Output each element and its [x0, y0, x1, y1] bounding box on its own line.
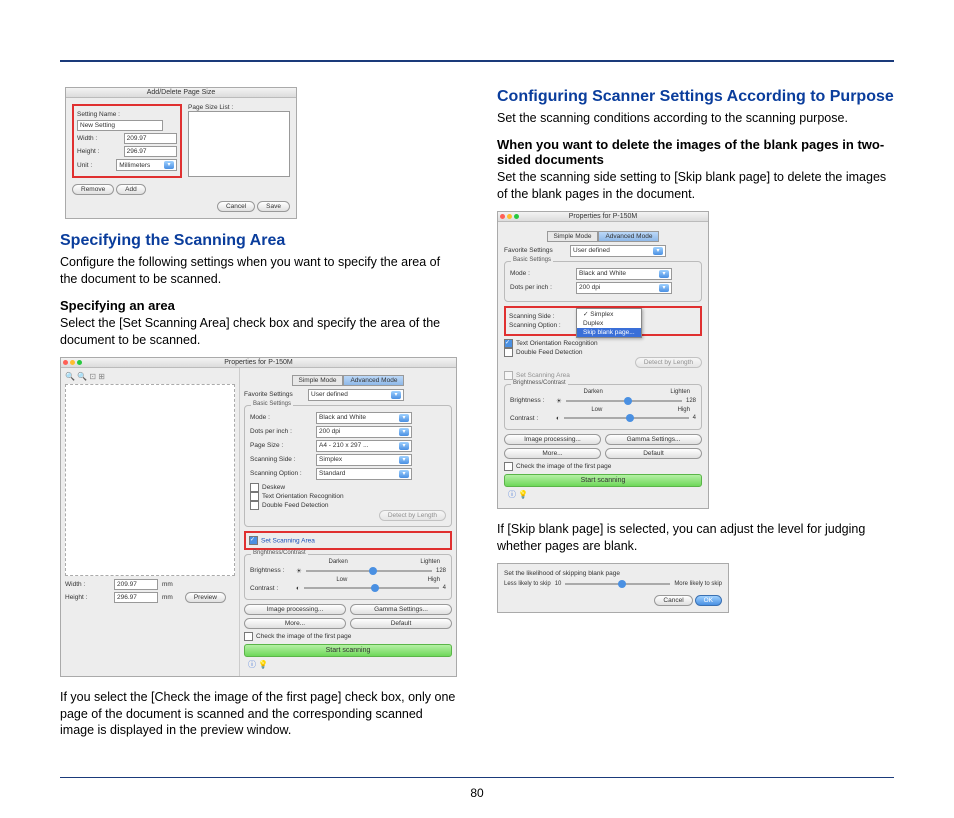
side-dropdown[interactable]: Simplex▾ — [316, 454, 412, 466]
subheading-specifying-an-area: Specifying an area — [60, 298, 457, 313]
page-size-list[interactable] — [188, 111, 290, 177]
help-icons[interactable]: ⓘ 💡 — [504, 487, 702, 502]
ok-button[interactable]: OK — [695, 595, 722, 606]
screenshot-add-delete-page-size: Add/Delete Page Size Setting Name : New … — [65, 87, 297, 219]
deskew-checkbox[interactable] — [250, 483, 259, 492]
paragraph: If you select the [Check the image of th… — [60, 689, 457, 740]
paragraph: Set the scanning conditions according to… — [497, 110, 894, 127]
detect-length-button: Detect by Length — [635, 357, 702, 368]
preview-width-label: Width : — [65, 581, 110, 588]
bottom-rule — [60, 777, 894, 778]
menu-item-duplex[interactable]: Duplex — [577, 319, 641, 328]
paragraph: Set the scanning side setting to [Skip b… — [497, 169, 894, 203]
subheading-delete-blank-pages: When you want to delete the images of th… — [497, 137, 894, 167]
paragraph: Configure the following settings when yo… — [60, 254, 457, 288]
help-icons[interactable]: ⓘ 💡 — [244, 657, 452, 672]
orient-checkbox[interactable] — [250, 492, 259, 501]
menu-item-skip-blank[interactable]: Skip blank page... — [577, 328, 641, 337]
option-dropdown[interactable]: Standard▾ — [316, 468, 412, 480]
fav-label: Favorite Settings — [244, 391, 304, 398]
double-feed-checkbox[interactable] — [250, 501, 259, 510]
height-input[interactable]: 296.97 — [124, 146, 177, 157]
dpi-dropdown[interactable]: 200 dpi▾ — [576, 282, 672, 294]
width-input[interactable]: 209.97 — [124, 133, 177, 144]
check-first-page-checkbox[interactable] — [504, 462, 513, 471]
preview-height-input[interactable]: 296.97 — [114, 592, 158, 603]
detect-length-button: Detect by Length — [379, 510, 446, 521]
pagesize-dropdown[interactable]: A4 - 210 x 297 ...▾ — [316, 440, 412, 452]
save-button[interactable]: Save — [257, 201, 290, 212]
set-scanning-area-checkbox[interactable] — [249, 536, 258, 545]
dialog-title: Properties for P-150M — [61, 358, 456, 368]
tab-simple-mode[interactable]: Simple Mode — [292, 375, 344, 386]
setting-name-label: Setting Name : — [77, 111, 122, 118]
tab-simple-mode[interactable]: Simple Mode — [547, 231, 599, 242]
more-button[interactable]: More... — [504, 448, 601, 459]
double-feed-checkbox[interactable] — [504, 348, 513, 357]
page-size-list-label: Page Size List : — [188, 104, 290, 111]
height-label: Height : — [77, 148, 120, 155]
left-column: Add/Delete Page Size Setting Name : New … — [60, 87, 457, 747]
preview-height-label: Height : — [65, 594, 110, 601]
brightness-slider[interactable] — [566, 400, 682, 402]
orient-checkbox[interactable] — [504, 339, 513, 348]
brightness-slider[interactable] — [306, 570, 432, 572]
preview-area[interactable] — [65, 384, 235, 576]
unit-dropdown[interactable]: Millimeters▾ — [116, 159, 177, 171]
start-scanning-button[interactable]: Start scanning — [244, 644, 452, 657]
contrast-slider[interactable] — [304, 587, 439, 589]
image-processing-button[interactable]: Image processing... — [504, 434, 601, 445]
tab-advanced-mode[interactable]: Advanced Mode — [343, 375, 404, 386]
page: Add/Delete Page Size Setting Name : New … — [0, 0, 954, 818]
menu-item-simplex[interactable]: ✓ Simplex — [577, 309, 641, 319]
dialog-title: Add/Delete Page Size — [66, 88, 296, 98]
likelihood-slider[interactable] — [565, 583, 670, 585]
start-scanning-button[interactable]: Start scanning — [504, 474, 702, 487]
preview-button[interactable]: Preview — [185, 592, 226, 603]
preview-width-input[interactable]: 209.97 — [114, 579, 158, 590]
page-number: 80 — [0, 786, 954, 800]
cancel-button[interactable]: Cancel — [654, 595, 692, 606]
dialog-title: Properties for P-150M — [498, 212, 708, 222]
scanning-side-menu[interactable]: ✓ Simplex Duplex Skip blank page... — [576, 308, 642, 338]
heading-configuring-scanner-settings: Configuring Scanner Settings According t… — [497, 87, 894, 106]
screenshot-skip-likelihood: Set the likelihood of skipping blank pag… — [497, 563, 729, 613]
width-label: Width : — [77, 135, 120, 142]
right-column: Configuring Scanner Settings According t… — [497, 87, 894, 747]
set-scanning-area-checkbox — [504, 371, 513, 380]
fav-dropdown[interactable]: User defined▾ — [570, 245, 666, 257]
screenshot-properties-skip-blank: Properties for P-150M Simple Mode Advanc… — [497, 211, 709, 509]
remove-button[interactable]: Remove — [72, 184, 114, 195]
default-button[interactable]: Default — [350, 618, 452, 629]
top-rule — [60, 60, 894, 62]
unit-label: Unit : — [77, 162, 112, 169]
dpi-dropdown[interactable]: 200 dpi▾ — [316, 426, 412, 438]
heading-specifying-scanning-area: Specifying the Scanning Area — [60, 231, 457, 250]
mode-dropdown[interactable]: Black and White▾ — [316, 412, 412, 424]
fav-dropdown[interactable]: User defined▾ — [308, 389, 404, 401]
gamma-button[interactable]: Gamma Settings... — [605, 434, 702, 445]
tab-advanced-mode[interactable]: Advanced Mode — [598, 231, 659, 242]
add-button[interactable]: Add — [116, 184, 146, 195]
contrast-slider[interactable] — [564, 417, 689, 419]
check-first-page-checkbox[interactable] — [244, 632, 253, 641]
more-button[interactable]: More... — [244, 618, 346, 629]
image-processing-button[interactable]: Image processing... — [244, 604, 346, 615]
gamma-button[interactable]: Gamma Settings... — [350, 604, 452, 615]
mode-dropdown[interactable]: Black and White▾ — [576, 268, 672, 280]
cancel-button[interactable]: Cancel — [217, 201, 255, 212]
setting-name-input[interactable]: New Setting — [77, 120, 163, 131]
paragraph: If [Skip blank page] is selected, you ca… — [497, 521, 894, 555]
screenshot-properties-with-preview: Properties for P-150M 🔍 🔍 ⊡ ⊞ Width :209… — [60, 357, 457, 677]
likelihood-title: Set the likelihood of skipping blank pag… — [504, 570, 722, 577]
default-button[interactable]: Default — [605, 448, 702, 459]
paragraph: Select the [Set Scanning Area] check box… — [60, 315, 457, 349]
